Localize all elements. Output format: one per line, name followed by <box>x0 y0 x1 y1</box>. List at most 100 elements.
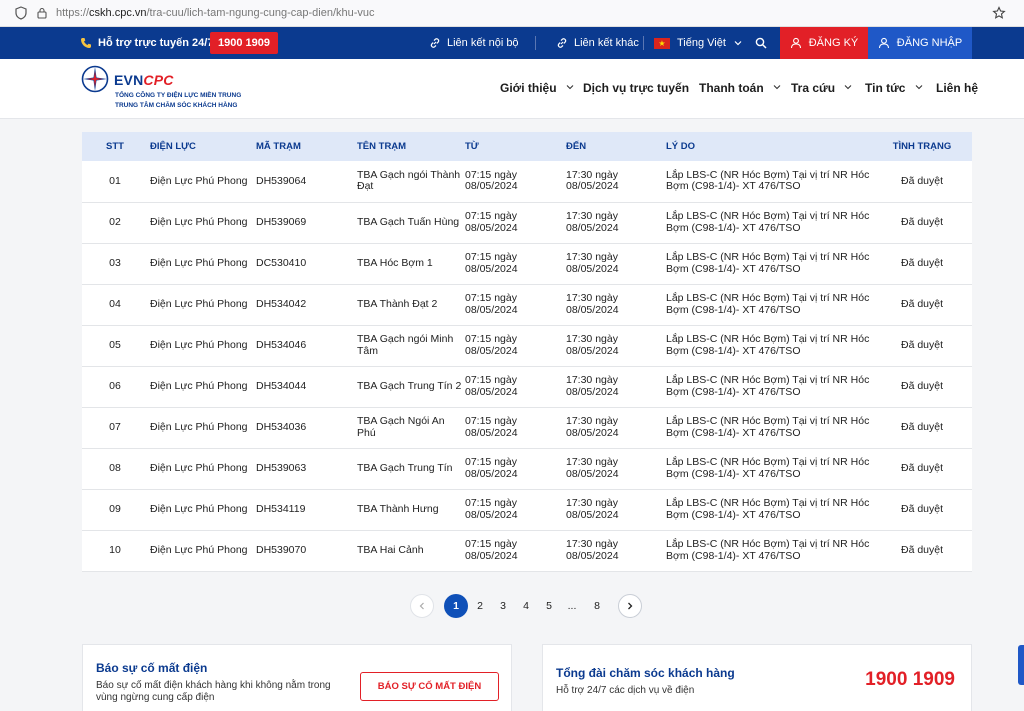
cell-ma-tram: DH539063 <box>256 461 307 474</box>
nav-lookup-label: Tra cứu <box>791 81 836 95</box>
report-outage-button[interactable]: BÁO SỰ CỐ MẤT ĐIỆN <box>360 672 499 701</box>
cell-ma-tram: DH534036 <box>256 420 307 433</box>
user-icon <box>878 37 889 49</box>
logo-subtitle-1: TỔNG CÔNG TY ĐIỆN LỰC MIỀN TRUNG <box>115 92 242 99</box>
nav-news[interactable]: Tin tức <box>865 81 923 95</box>
table-row: 07 Điện Lực Phú Phong DH534036 TBA Gạch Ngó… <box>82 407 972 448</box>
nav-about[interactable]: Giới thiệu <box>500 81 574 95</box>
cell-ly-do: Lắp LBS-C (NR Hóc Bợm) Tại vị trí NR Hóc… <box>666 251 870 275</box>
evncpc-logo[interactable]: EVNCPC TỔNG CÔNG TY ĐIỆN LỰC MIỀN TRUNG … <box>81 65 251 113</box>
col-header-den: ĐẾN <box>566 141 587 152</box>
internal-link[interactable]: Liên kết nội bộ <box>429 27 519 59</box>
page-button-8[interactable]: 8 <box>585 594 609 618</box>
nav-contact[interactable]: Liên hệ <box>936 81 978 95</box>
cell-ly-do: Lắp LBS-C (NR Hóc Bợm) Tại vị trí NR Hóc… <box>666 538 870 562</box>
page-button-5[interactable]: 5 <box>537 594 561 618</box>
support-label: Hỗ trợ trực tuyến 24/7: <box>80 27 217 59</box>
page-button-1[interactable]: 1 <box>444 594 468 618</box>
col-header-ma-tram: MÃ TRẠM <box>256 141 301 152</box>
topbar-divider <box>535 36 536 50</box>
table-row: 01 Điện Lực Phú Phong DH539064 TBA Gạch ngó… <box>82 161 972 202</box>
cell-ten-tram: TBA Hóc Bợm 1 <box>357 256 433 269</box>
table-row: 04 Điện Lực Phú Phong DH534042 TBA Thành Đạ… <box>82 284 972 325</box>
table-header-row: STT ĐIỆN LỰC MÃ TRẠM TÊN TRẠM TỪ ĐẾN LÝ … <box>82 132 972 161</box>
evn-logo-icon <box>81 65 109 93</box>
nav-online-services-label: Dịch vụ trực tuyến <box>583 81 690 95</box>
language-selector[interactable]: ★ Tiếng Việt <box>654 27 742 59</box>
table-row: 05 Điện Lực Phú Phong DH534046 TBA Gạch ngó… <box>82 325 972 366</box>
cell-stt: 02 <box>109 215 121 228</box>
other-link[interactable]: Liên kết khác <box>556 27 639 59</box>
prev-page-button[interactable] <box>410 594 434 618</box>
main-header: EVNCPC TỔNG CÔNG TY ĐIỆN LỰC MIỀN TRUNG … <box>0 59 1024 119</box>
cell-ten-tram: TBA Hai Cảnh <box>357 543 424 556</box>
hotline-badge[interactable]: 1900 1909 <box>210 32 278 54</box>
vietnam-flag-icon: ★ <box>654 37 670 49</box>
cell-ma-tram: DH534046 <box>256 338 307 351</box>
cell-dien-luc: Điện Lực Phú Phong <box>150 174 248 187</box>
search-icon[interactable] <box>755 37 767 49</box>
page-button-4[interactable]: 4 <box>514 594 538 618</box>
cell-ly-do: Lắp LBS-C (NR Hóc Bợm) Tại vị trí NR Hóc… <box>666 497 870 521</box>
hotline-number[interactable]: 1900 1909 <box>865 669 955 691</box>
login-label: ĐĂNG NHẬP <box>896 37 963 49</box>
cell-ly-do: Lắp LBS-C (NR Hóc Bợm) Tại vị trí NR Hóc… <box>666 210 870 234</box>
cell-ten-tram: TBA Gạch Ngói An Phú <box>357 415 445 439</box>
cell-den: 17:30 ngày 08/05/2024 <box>566 415 619 439</box>
internal-link-label: Liên kết nội bộ <box>447 37 519 49</box>
cell-dien-luc: Điện Lực Phú Phong <box>150 502 248 515</box>
cell-ten-tram: TBA Gạch Tuấn Hùng <box>357 215 460 228</box>
cell-tu: 07:15 ngày 08/05/2024 <box>465 251 518 275</box>
col-header-stt: STT <box>106 141 124 152</box>
cell-tu: 07:15 ngày 08/05/2024 <box>465 415 518 439</box>
cell-tu: 07:15 ngày 08/05/2024 <box>465 168 518 193</box>
bookmark-star-icon[interactable] <box>992 6 1006 20</box>
user-icon <box>790 37 801 49</box>
logo-brand-evn: EVN <box>114 72 144 88</box>
cell-tu: 07:15 ngày 08/05/2024 <box>465 333 518 357</box>
cell-tinh-trang: Đã duyệt <box>900 338 944 351</box>
nav-online-services[interactable]: Dịch vụ trực tuyến <box>583 81 689 95</box>
cell-stt: 06 <box>109 379 121 392</box>
col-header-dien-luc: ĐIỆN LỰC <box>150 141 196 152</box>
cell-ma-tram: DH534042 <box>256 297 307 310</box>
chevron-down-icon <box>734 41 742 46</box>
cell-ten-tram: TBA Gạch Trung Tín <box>357 461 453 474</box>
cell-tu: 07:15 ngày 08/05/2024 <box>465 292 518 316</box>
cell-stt: 08 <box>109 461 121 474</box>
register-button[interactable]: ĐĂNG KÝ <box>780 27 868 59</box>
page-button-3[interactable]: 3 <box>491 594 515 618</box>
hotline-card-title: Tổng đài chăm sóc khách hàng <box>556 666 735 680</box>
nav-payment[interactable]: Thanh toán <box>699 81 781 95</box>
cell-tu: 07:15 ngày 08/05/2024 <box>465 374 518 398</box>
nav-payment-label: Thanh toán <box>699 81 764 95</box>
cell-ly-do: Lắp LBS-C (NR Hóc Bợm) Tại vị trí NR Hóc… <box>666 168 870 193</box>
cell-ly-do: Lắp LBS-C (NR Hóc Bợm) Tại vị trí NR Hóc… <box>666 333 870 357</box>
page-button-2[interactable]: 2 <box>468 594 492 618</box>
nav-news-label: Tin tức <box>865 81 906 95</box>
cell-ma-tram: DH539070 <box>256 543 307 556</box>
cell-tinh-trang: Đã duyệt <box>900 461 944 474</box>
nav-about-label: Giới thiệu <box>500 81 557 95</box>
url-field[interactable]: https://cskh.cpc.vn/tra-cuu/lich-tam-ngu… <box>56 7 375 19</box>
cell-dien-luc: Điện Lực Phú Phong <box>150 297 248 310</box>
cell-den: 17:30 ngày 08/05/2024 <box>566 538 619 562</box>
login-button[interactable]: ĐĂNG NHẬP <box>868 27 972 59</box>
nav-contact-label: Liên hệ <box>936 81 979 95</box>
cell-dien-luc: Điện Lực Phú Phong <box>150 256 248 269</box>
cell-den: 17:30 ngày 08/05/2024 <box>566 168 619 193</box>
cell-ma-tram: DC530410 <box>256 256 307 269</box>
next-page-button[interactable] <box>618 594 642 618</box>
shield-icon[interactable] <box>14 6 28 20</box>
side-widget-tab[interactable] <box>1018 645 1024 685</box>
logo-brand: EVNCPC <box>114 72 174 88</box>
nav-lookup[interactable]: Tra cứu <box>791 81 852 95</box>
table-body: 01 Điện Lực Phú Phong DH539064 TBA Gạch ngó… <box>82 161 972 571</box>
hotline-card-desc: Hỗ trợ 24/7 các dịch vụ về điện <box>556 685 695 696</box>
col-header-ten-tram: TÊN TRẠM <box>357 141 407 152</box>
chevron-down-icon <box>566 85 574 90</box>
cell-ten-tram: TBA Gạch Trung Tín 2 <box>357 379 462 392</box>
cell-stt: 07 <box>109 420 121 433</box>
lock-icon[interactable] <box>36 7 48 19</box>
cell-ly-do: Lắp LBS-C (NR Hóc Bợm) Tại vị trí NR Hóc… <box>666 292 870 316</box>
